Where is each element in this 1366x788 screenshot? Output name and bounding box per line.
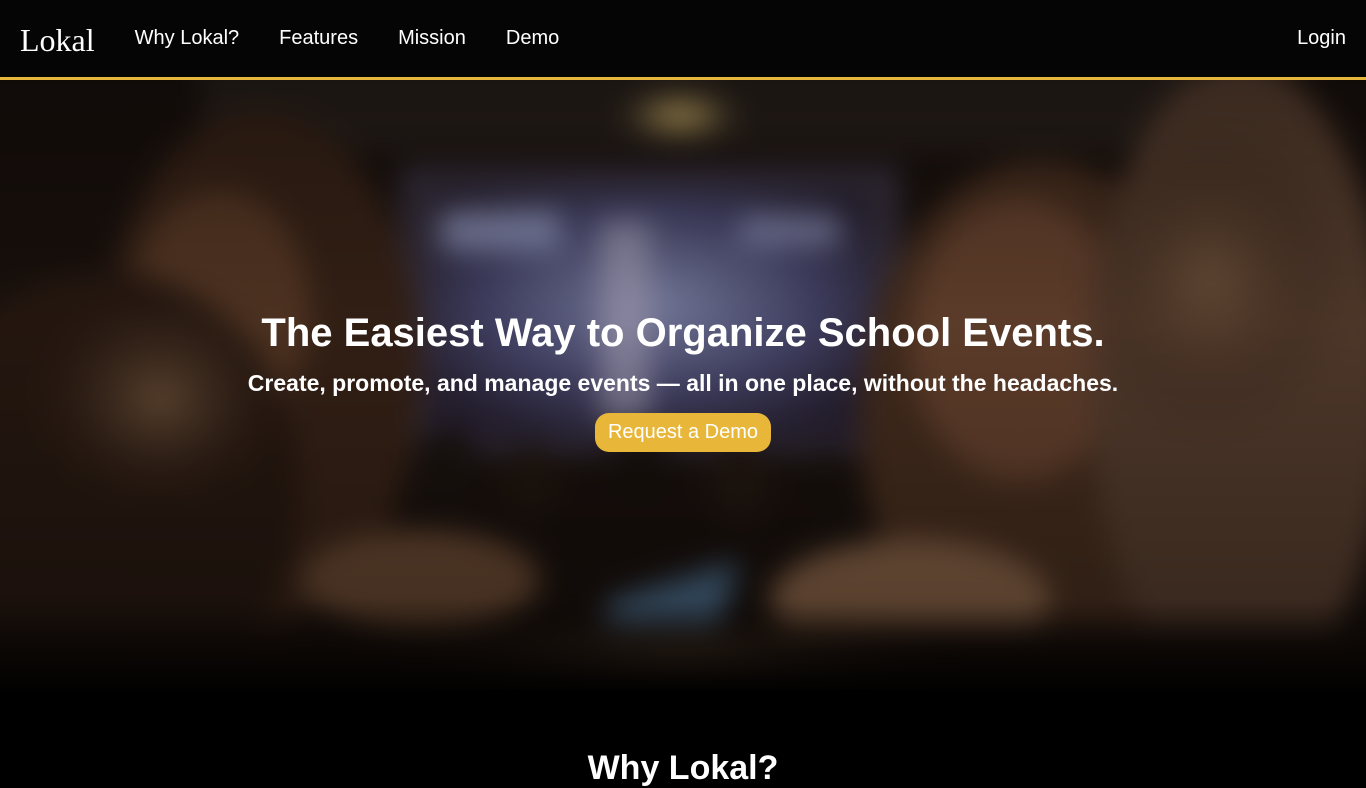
top-navbar: Lokal Why Lokal? Features Mission Demo L… bbox=[0, 0, 1366, 80]
nav-link-features[interactable]: Features bbox=[279, 27, 358, 50]
hero-section: The Easiest Way to Organize School Event… bbox=[0, 80, 1366, 690]
brand-logo[interactable]: Lokal bbox=[20, 24, 95, 56]
hero-subtitle: Create, promote, and manage events — all… bbox=[247, 370, 1119, 396]
nav-links: Why Lokal? Features Mission Demo bbox=[115, 27, 580, 50]
nav-link-why-lokal[interactable]: Why Lokal? bbox=[135, 27, 240, 50]
hero-title: The Easiest Way to Organize School Event… bbox=[261, 311, 1105, 355]
hero-content: The Easiest Way to Organize School Event… bbox=[0, 307, 1366, 452]
login-link[interactable]: Login bbox=[1297, 27, 1346, 50]
why-lokal-section: Why Lokal? bbox=[0, 690, 1366, 787]
why-lokal-heading: Why Lokal? bbox=[587, 749, 779, 787]
nav-link-demo[interactable]: Demo bbox=[506, 27, 559, 50]
request-demo-button[interactable]: Request a Demo bbox=[594, 413, 772, 452]
nav-link-mission[interactable]: Mission bbox=[398, 27, 466, 50]
